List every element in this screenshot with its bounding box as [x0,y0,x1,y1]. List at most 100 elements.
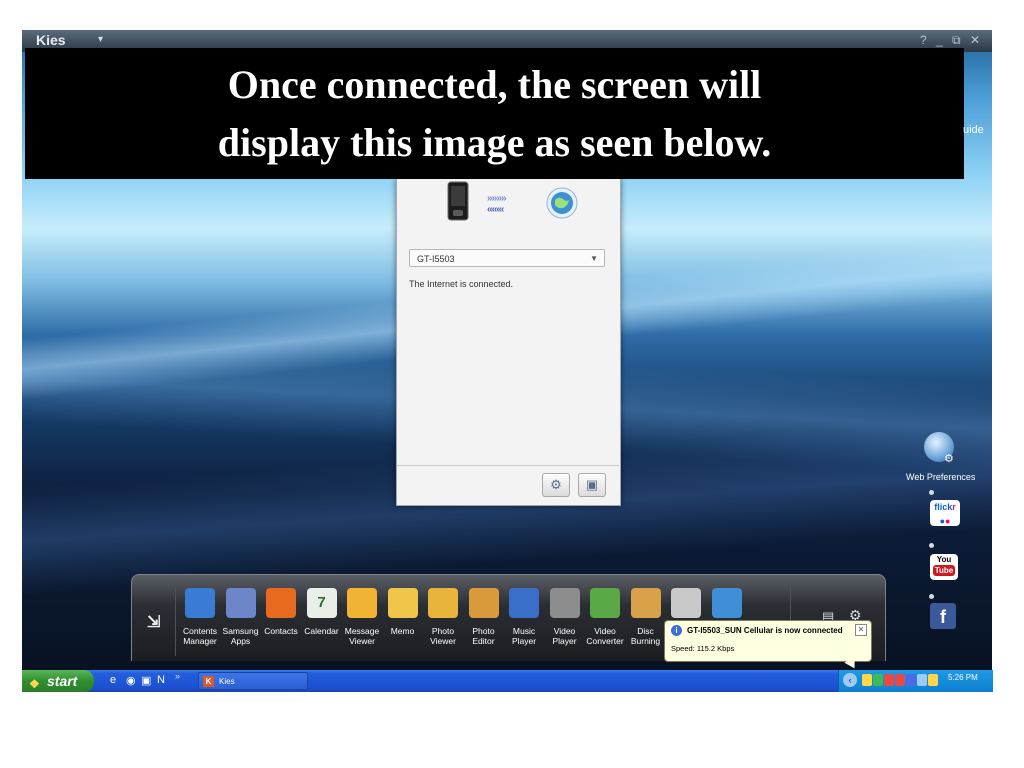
dock-item-message-viewer[interactable]: Message Viewer [340,588,384,646]
side-dot [929,594,934,599]
samsung-apps-icon [225,588,256,618]
n-app-icon[interactable]: N [157,674,165,686]
panel-divider [397,465,619,466]
flickr-wordmark: flick [934,502,953,512]
dock-collapse-icon[interactable]: ⇲ [147,612,160,632]
dock-item-contents-manager[interactable]: Contents Manager [178,588,222,646]
flickr-wordmark-r: r [952,502,956,512]
taskbar-item-kies[interactable]: K Kies [198,672,308,690]
contacts-icon [266,588,296,618]
message-viewer-icon [347,588,377,618]
dock-item-label: Music Player [511,626,537,646]
dock-item-samsung-apps[interactable]: Samsung Apps [219,588,263,646]
taskbar-item-label: Kies [219,677,235,686]
video-player-icon [549,588,580,618]
internet-globe-icon [546,187,578,219]
dock-item-disc-burning[interactable]: Disc Burning [624,588,668,646]
dock-item-calendar[interactable]: 7 Calendar [300,588,344,636]
dock-item-photo-editor[interactable]: Photo Editor [462,588,506,646]
gear-icon: ⚙ [550,477,562,492]
tray-app-icon[interactable] [873,674,883,686]
dock-item-label: Video Converter [586,626,624,646]
dock-item-photo-viewer[interactable]: Photo Viewer [421,588,465,646]
disc-burning-icon [630,588,661,618]
connection-notification[interactable]: i GT-I5503_SUN Cellular is now connected… [664,620,872,662]
media-icon[interactable]: ◉ [126,674,136,687]
dock-item-music-player[interactable]: Music Player [502,588,546,646]
tray-app-icon[interactable] [917,674,927,686]
tray-app-icon[interactable] [862,674,872,686]
youtube-tube: Tube [932,565,956,576]
phone-icon [447,181,469,221]
app-title[interactable]: Kies [36,32,66,48]
dock-item-label: Contacts [264,626,298,636]
dock-item-label: Memo [390,626,415,636]
youtube-icon[interactable]: You Tube [930,554,958,580]
dock-item-label: Photo Editor [472,626,495,646]
facebook-icon[interactable]: f [930,603,956,629]
windows-flag-icon: ❖ [29,677,40,691]
tray-expand-icon[interactable]: ‹ [843,673,857,687]
cd-icon [671,588,701,618]
help-icon[interactable]: ? [920,33,927,47]
dock-item-video-converter[interactable]: Video Converter [583,588,627,646]
arrows-out: ›››››››› [487,193,507,204]
device-select[interactable]: GT-I5503 ▼ [409,249,605,267]
kies-icon: K [203,676,214,687]
restore-button[interactable]: ⧉ [952,33,961,48]
web-preferences-label[interactable]: Web Preferences [906,472,975,482]
dock-divider [175,580,176,656]
dock-item-label: Samsung Apps [222,626,259,646]
minimize-button[interactable]: _ [936,33,943,47]
device-info-button[interactable]: ▣ [578,473,606,497]
side-dot [929,490,934,495]
calendar-icon: 7 [306,588,337,618]
notification-title: GT-I5503_SUN Cellular is now connected [687,626,843,635]
gear-icon: ⚙ [944,453,954,465]
tray-app-icon[interactable] [895,674,905,686]
connection-panel [396,179,621,506]
flickr-icon[interactable]: flickr ●● [930,500,960,526]
dock-item-memo[interactable]: Memo [381,588,425,636]
device-select-value: GT-I5503 [417,254,455,264]
dock-item-label: Message Viewer [344,626,380,646]
dock-item-label: Disc Burning [630,626,661,646]
dock-item-label: Video Player [552,626,577,646]
connection-status-text: The Internet is connected. [409,279,514,289]
caption-line-2: display this image as seen below. [217,120,772,165]
dock-item-contacts[interactable]: Contacts [259,588,303,636]
device-info-icon: ▣ [585,477,599,492]
memo-icon [387,588,418,618]
start-label: start [47,673,78,689]
caption-line-1: Once connected, the screen will [227,62,762,107]
globe-icon [711,588,742,618]
dock-item-video-player[interactable]: Video Player [543,588,587,646]
folder-icon[interactable]: ▣ [141,674,151,687]
dock-item-label: Photo Viewer [430,626,456,646]
tray-app-icon[interactable] [928,674,938,686]
ie-icon[interactable]: e [110,674,116,686]
music-player-icon [509,588,539,618]
start-button[interactable]: ❖ start [22,670,94,692]
youtube-you: You [936,555,952,564]
video-converter-icon [590,588,620,618]
settings-button[interactable]: ⚙ [542,473,570,497]
app-menu-arrow-icon[interactable]: ▾ [98,34,103,45]
user-guide-link-fragment[interactable]: uide [963,124,984,136]
dock-item-label: Contents Manager [182,626,218,646]
sync-arrows-icon: ›››››››› ‹‹‹‹‹‹‹ [487,193,537,223]
clock[interactable]: 5:26 PM [948,673,978,682]
tray-app-icon[interactable] [906,674,916,686]
tray-app-icon[interactable] [884,674,894,686]
info-icon: i [671,625,682,636]
caption-overlay: Once connected, the screen will display … [25,48,964,179]
quick-launch-chevron-icon[interactable]: » [175,671,180,681]
notification-speed: Speed: 115.2 Kbps [671,644,735,653]
close-icon[interactable]: ✕ [855,624,867,636]
close-button[interactable]: ✕ [970,33,980,47]
arrows-in: ‹‹‹‹‹‹‹ [487,204,504,215]
photo-editor-icon [468,588,499,618]
chevron-down-icon[interactable]: ▼ [590,250,598,268]
dock-item-label: Calendar [304,626,339,636]
photo-viewer-icon [428,588,458,618]
